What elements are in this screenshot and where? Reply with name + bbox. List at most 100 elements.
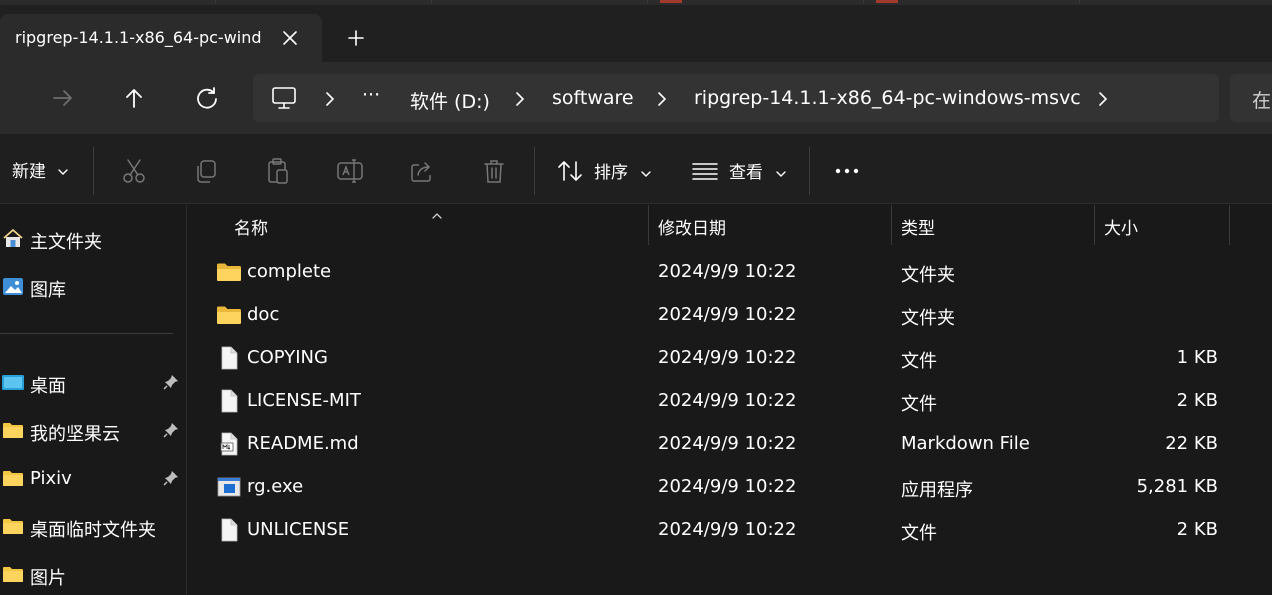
chevron-right-icon[interactable] [513, 90, 527, 108]
file-row[interactable]: COPYING 2024/9/9 10:22 文件 1 KB [188, 337, 1248, 380]
tab-active[interactable]: ripgrep-14.1.1-x86_64-pc-wind [0, 14, 322, 62]
strip-segment [216, 0, 432, 3]
address-row: ··· 软件 (D:) software ripgrep-14.1.1-x86_… [0, 62, 1272, 134]
file-type: 文件 [901, 523, 937, 544]
file-row[interactable]: complete 2024/9/9 10:22 文件夹 [188, 251, 1248, 294]
sidebar-item-pictures[interactable]: 图片 [0, 554, 186, 594]
file-type: Markdown File [901, 433, 1030, 454]
sidebar-item-desktop[interactable]: 桌面 [0, 362, 186, 402]
file-row[interactable]: doc 2024/9/9 10:22 文件夹 [188, 294, 1248, 337]
file-icon [216, 389, 242, 413]
list-view-icon [692, 160, 718, 182]
column-divider[interactable] [1229, 205, 1230, 245]
chevron-right-icon[interactable] [1096, 90, 1110, 108]
sidebar-item-label: 图片 [30, 568, 66, 589]
sidebar-item-label: 桌面临时文件夹 [30, 520, 156, 541]
sidebar-item-gallery[interactable]: 图库 [0, 266, 186, 306]
column-header-name[interactable]: 名称 [225, 205, 648, 245]
file-size: 2 KB [1176, 519, 1218, 540]
chevron-down-icon [57, 162, 71, 175]
new-button[interactable]: 新建 [12, 157, 71, 183]
file-name: UNLICENSE [247, 519, 350, 540]
cut-icon[interactable] [119, 156, 149, 186]
sort-button-label: 排序 [594, 163, 628, 183]
sidebar-item-jianguoyun[interactable]: 我的坚果云 [0, 410, 186, 450]
address-bar[interactable]: ··· 软件 (D:) software ripgrep-14.1.1-x86_… [253, 74, 1219, 122]
file-row[interactable]: README.md 2024/9/9 10:22 Markdown File 2… [188, 423, 1248, 466]
gallery-icon [2, 275, 24, 297]
folder-icon [2, 467, 24, 489]
breadcrumb-software[interactable]: software [552, 87, 634, 109]
toolbar-divider [534, 147, 535, 195]
file-type: 文件 [901, 394, 937, 415]
window-top-strip [0, 0, 1272, 5]
strip-segment [432, 0, 648, 3]
sort-icon [556, 158, 584, 184]
monitor-icon[interactable] [271, 86, 297, 110]
file-row[interactable]: LICENSE-MIT 2024/9/9 10:22 文件 2 KB [188, 380, 1248, 423]
folder-icon [2, 563, 24, 585]
column-header-type[interactable]: 类型 [892, 205, 1094, 245]
breadcrumb-overflow[interactable]: ··· [362, 84, 380, 106]
chevron-right-icon[interactable] [323, 90, 337, 108]
search-placeholder: 在 [1252, 90, 1272, 112]
toolbar-divider [93, 147, 94, 195]
file-size: 2 KB [1176, 390, 1218, 411]
delete-icon[interactable] [479, 156, 509, 186]
file-size: 22 KB [1165, 433, 1218, 454]
file-type: 文件夹 [901, 308, 955, 329]
file-name: LICENSE-MIT [247, 390, 361, 411]
column-header-label: 类型 [901, 219, 935, 239]
chevron-down-icon [775, 164, 787, 177]
column-header-size[interactable]: 大小 [1095, 205, 1229, 245]
file-name: complete [247, 261, 332, 282]
column-header-label: 修改日期 [658, 219, 726, 239]
arrow-up-icon[interactable] [116, 80, 152, 116]
file-date: 2024/9/9 10:22 [658, 390, 797, 411]
close-icon[interactable] [276, 24, 304, 52]
home-icon [2, 227, 24, 249]
pin-icon[interactable] [163, 470, 179, 486]
toolbar-divider [809, 147, 810, 195]
sidebar-item-label: 图库 [30, 280, 66, 301]
chevron-down-icon [640, 164, 652, 177]
breadcrumb-drive[interactable]: 软件 (D:) [410, 87, 490, 114]
file-date: 2024/9/9 10:22 [658, 261, 797, 282]
file-date: 2024/9/9 10:22 [658, 476, 797, 497]
markdown-file-icon [216, 432, 242, 456]
rename-icon[interactable] [335, 156, 365, 186]
pin-icon[interactable] [163, 374, 179, 390]
sidebar-item-home[interactable]: 主文件夹 [0, 218, 186, 258]
strip-segment [864, 0, 1080, 3]
sidebar-item-pixiv[interactable]: Pixiv [0, 458, 186, 498]
file-size: 5,281 KB [1136, 476, 1218, 497]
desktop-icon [2, 371, 24, 393]
breadcrumb-current-folder[interactable]: ripgrep-14.1.1-x86_64-pc-windows-msvc [694, 87, 1081, 109]
title-bar: ripgrep-14.1.1-x86_64-pc-wind [0, 0, 1272, 62]
file-row[interactable]: rg.exe 2024/9/9 10:22 应用程序 5,281 KB [188, 466, 1248, 509]
pin-icon[interactable] [163, 422, 179, 438]
paste-icon[interactable] [263, 156, 293, 186]
file-date: 2024/9/9 10:22 [658, 304, 797, 325]
copy-icon[interactable] [191, 156, 221, 186]
file-type: 文件夹 [901, 265, 955, 286]
sidebar-item-label: 我的坚果云 [30, 424, 120, 445]
file-name: README.md [247, 433, 359, 454]
tab-title: ripgrep-14.1.1-x86_64-pc-wind [15, 28, 262, 47]
file-icon [216, 518, 242, 542]
arrow-left-icon[interactable] [44, 80, 80, 116]
strip-segment [648, 0, 864, 3]
column-header-date[interactable]: 修改日期 [649, 205, 891, 245]
navigation-pane: 主文件夹 图库 桌面 我的坚果云 Pixiv 桌面临时文件夹 图片 [0, 205, 187, 595]
sidebar-item-desktop-temp[interactable]: 桌面临时文件夹 [0, 506, 186, 546]
column-headers: 名称 修改日期 类型 大小 [188, 205, 1272, 245]
file-row[interactable]: UNLICENSE 2024/9/9 10:22 文件 2 KB [188, 509, 1248, 552]
file-size: 1 KB [1176, 347, 1218, 368]
more-dots-icon[interactable] [830, 156, 864, 186]
chevron-right-icon[interactable] [655, 90, 669, 108]
refresh-icon[interactable] [189, 80, 225, 116]
search-box[interactable]: 在 [1230, 74, 1272, 122]
plus-icon[interactable] [340, 24, 372, 52]
share-icon[interactable] [407, 156, 437, 186]
file-type: 应用程序 [901, 480, 973, 501]
